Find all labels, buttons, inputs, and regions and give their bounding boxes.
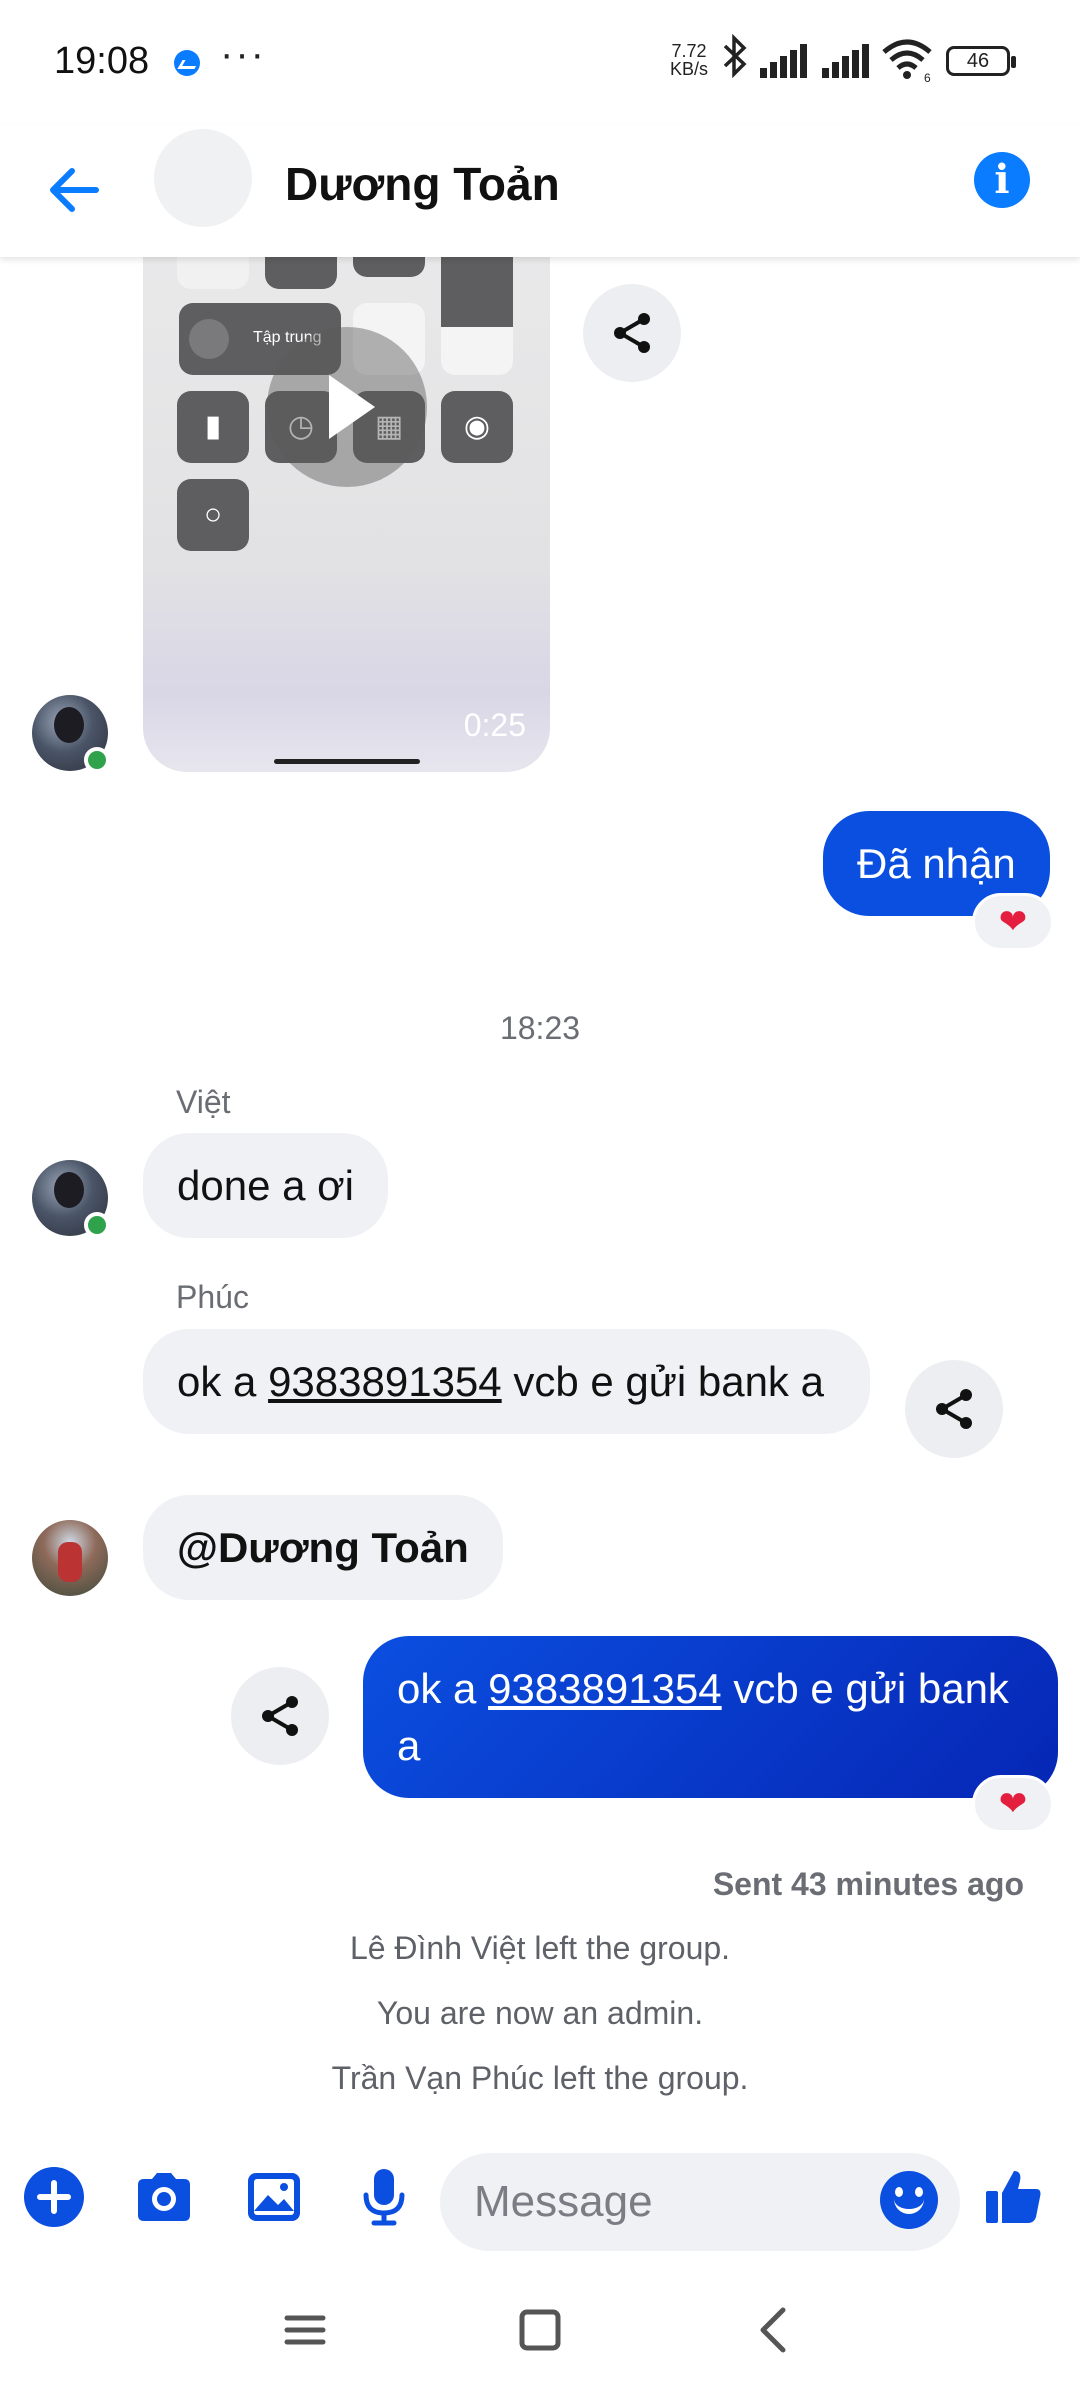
- more-notifications-icon: ···: [220, 32, 266, 76]
- chevron-left-icon: [760, 2307, 786, 2353]
- share-button[interactable]: [905, 1360, 1003, 1458]
- play-icon[interactable]: [267, 327, 427, 487]
- sender-name: Việt: [176, 1084, 231, 1120]
- composer-bar: [0, 2147, 1080, 2262]
- outgoing-message[interactable]: ok a 9383891354 vcb e gửi bank a: [363, 1636, 1058, 1798]
- network-speed-unit: KB/s: [670, 59, 709, 79]
- phone-number-link[interactable]: 9383891354: [488, 1665, 722, 1712]
- online-indicator: [84, 1212, 110, 1238]
- battery-icon: 46: [946, 46, 1016, 76]
- menu-icon: [284, 2315, 326, 2345]
- incoming-message[interactable]: done a ơi: [143, 1133, 389, 1238]
- home-indicator: [274, 759, 420, 764]
- network-speed-value: 7.72: [671, 41, 707, 61]
- wifi-icon: 6: [882, 38, 932, 85]
- system-message: Lê Đình Việt left the group.: [349, 1930, 731, 1966]
- timestamp: 18:23: [499, 1010, 581, 1046]
- phone-number-link[interactable]: 9383891354: [268, 1358, 502, 1405]
- share-button[interactable]: [231, 1667, 329, 1765]
- gallery-button[interactable]: [242, 2165, 306, 2229]
- plus-icon: [24, 2167, 84, 2227]
- camera-icon: [138, 2173, 190, 2221]
- back-nav-button[interactable]: [735, 2290, 815, 2370]
- cc-volume-slider: [441, 257, 513, 375]
- image-icon: [248, 2173, 300, 2221]
- system-navigation-bar: [0, 2262, 1080, 2400]
- network-speed: 7.72 KB/s: [670, 42, 708, 78]
- avatar[interactable]: [32, 1520, 108, 1596]
- arrow-left-icon: [50, 168, 99, 212]
- record-icon: ○: [177, 479, 249, 551]
- flashlight-icon: ▮: [177, 391, 249, 463]
- message-list[interactable]: Tập trung ▮ ◷ ▦ ◉ ○ 0:25 Đã nhận ❤ 18:23…: [0, 257, 1080, 2147]
- incoming-message[interactable]: ok a 9383891354 vcb e gửi bank a: [143, 1329, 870, 1434]
- cc-tile: [265, 257, 337, 289]
- share-button[interactable]: [583, 284, 681, 382]
- sent-status: Sent 43 minutes ago: [712, 1866, 1024, 1902]
- home-button[interactable]: [500, 2290, 580, 2370]
- conversation-title[interactable]: Dương Toản: [285, 157, 560, 211]
- message-text: ok a: [177, 1358, 269, 1405]
- heart-reaction[interactable]: ❤: [972, 893, 1054, 951]
- voice-button[interactable]: [352, 2165, 416, 2229]
- back-button[interactable]: [40, 155, 110, 225]
- cc-tile: [177, 257, 249, 289]
- square-icon: [519, 2309, 561, 2351]
- share-icon: [614, 313, 650, 353]
- status-bar: 19:08 ··· 7.72 KB/s 6 46: [0, 0, 1080, 125]
- camera-button[interactable]: [132, 2165, 196, 2229]
- thumbs-up-icon: [986, 2171, 1041, 2223]
- add-button[interactable]: [22, 2165, 86, 2229]
- online-indicator: [84, 747, 110, 773]
- status-time: 19:08: [54, 40, 150, 82]
- microphone-icon: [363, 2169, 405, 2226]
- heart-reaction[interactable]: ❤: [972, 1775, 1054, 1833]
- cc-slider: [353, 257, 425, 277]
- message-text: ok a: [397, 1665, 489, 1712]
- system-message: You are now an admin.: [376, 1995, 704, 2031]
- video-message[interactable]: Tập trung ▮ ◷ ▦ ◉ ○ 0:25: [143, 257, 550, 772]
- share-icon: [262, 1696, 298, 1736]
- messenger-notification-icon: [174, 50, 200, 76]
- conversation-header: Dương Toản i: [0, 125, 1080, 257]
- incoming-message[interactable]: @Dương Toản: [143, 1495, 503, 1600]
- emoji-icon[interactable]: [880, 2171, 938, 2229]
- moon-icon: [189, 319, 229, 359]
- info-button[interactable]: i: [974, 152, 1030, 208]
- video-duration: 0:25: [463, 707, 526, 743]
- conversation-avatar[interactable]: [154, 129, 252, 227]
- like-button[interactable]: [982, 2165, 1046, 2229]
- signal-icon-sim1: [760, 42, 810, 78]
- sender-name: Phúc: [176, 1279, 249, 1315]
- recent-apps-button[interactable]: [265, 2290, 345, 2370]
- wifi-sub-label: 6: [924, 71, 931, 82]
- signal-icon-sim2: [822, 42, 872, 78]
- message-text: vcb e gửi bank a: [501, 1358, 824, 1405]
- bluetooth-icon: [722, 33, 748, 88]
- share-icon: [936, 1389, 972, 1429]
- system-message: Trần Vạn Phúc left the group.: [331, 2060, 749, 2096]
- camera-tile-icon: ◉: [441, 391, 513, 463]
